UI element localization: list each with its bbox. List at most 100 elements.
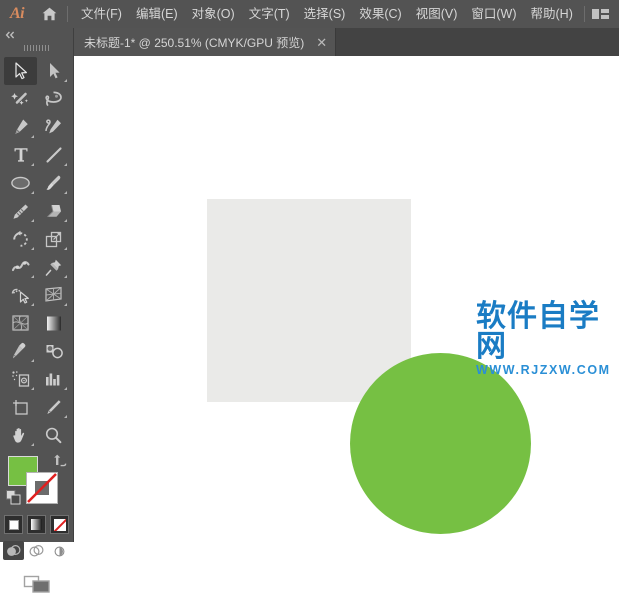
mesh-icon	[12, 315, 29, 331]
menu-effect[interactable]: 效果(C)	[352, 0, 408, 28]
app-logo: Ai	[0, 0, 34, 28]
paintbrush-icon	[46, 175, 61, 190]
menu-divider	[67, 6, 68, 22]
draw-normal[interactable]	[3, 541, 24, 560]
artboard-icon	[13, 400, 28, 415]
tool-type[interactable]	[4, 141, 37, 169]
tool-perspective-grid[interactable]	[37, 281, 70, 309]
eraser-icon	[46, 204, 61, 218]
menu-help[interactable]: 帮助(H)	[524, 0, 580, 28]
close-icon[interactable]: ✕	[316, 36, 327, 49]
watermark-sub-text: WWW.RJZXW.COM	[476, 363, 611, 377]
screen-mode-button[interactable]	[0, 574, 73, 594]
tool-selection[interactable]	[4, 57, 37, 85]
menu-view[interactable]: 视图(V)	[409, 0, 465, 28]
eyedropper-icon	[13, 342, 26, 358]
menu-object[interactable]: 对象(O)	[185, 0, 242, 28]
tool-curvature[interactable]	[37, 113, 70, 141]
tool-flyout-indicator	[31, 191, 34, 194]
tool-column-graph[interactable]	[37, 365, 70, 393]
gradient-icon	[46, 316, 61, 330]
canvas-area[interactable]: 软件自学网 WWW.RJZXW.COM	[75, 56, 619, 542]
workspace-switcher-button[interactable]	[591, 7, 611, 21]
type-t-icon	[14, 148, 27, 162]
pushpin-transform-icon	[45, 259, 61, 276]
tool-artboard[interactable]	[4, 393, 37, 421]
menu-file[interactable]: 文件(F)	[74, 0, 129, 28]
tool-rotate[interactable]	[4, 225, 37, 253]
rotate-icon	[13, 230, 28, 247]
menu-type[interactable]: 文字(T)	[242, 0, 297, 28]
menu-select[interactable]: 选择(S)	[297, 0, 353, 28]
mode-gradient[interactable]	[27, 515, 46, 534]
gradient-swatch-icon	[31, 519, 42, 530]
home-icon	[42, 7, 56, 21]
tool-flyout-indicator	[31, 443, 34, 446]
tool-zoom[interactable]	[37, 421, 70, 449]
tool-magic-wand[interactable]	[4, 85, 37, 113]
tool-flyout-indicator	[64, 219, 67, 222]
draw-behind[interactable]	[26, 541, 47, 560]
collapse-panel-button[interactable]	[0, 28, 73, 41]
tool-line-segment[interactable]	[37, 141, 70, 169]
default-fill-stroke-icon	[6, 490, 21, 505]
tool-direct-selection[interactable]	[37, 57, 70, 85]
tool-flyout-indicator	[64, 191, 67, 194]
slice-knife-icon	[47, 399, 61, 414]
shape-builder-icon	[11, 288, 29, 304]
pencil-shaper-icon	[13, 204, 28, 219]
tool-lasso[interactable]	[37, 85, 70, 113]
green-circle-shape[interactable]	[350, 353, 531, 534]
document-tab-bar: 未标题-1* @ 250.51% (CMYK/GPU 预览) ✕	[0, 28, 619, 56]
tool-eyedropper[interactable]	[4, 337, 37, 365]
draw-mode-buttons	[0, 541, 73, 560]
tool-shape-builder[interactable]	[4, 281, 37, 309]
tool-flyout-indicator	[31, 275, 34, 278]
home-button[interactable]	[34, 0, 64, 28]
tool-eraser[interactable]	[37, 197, 70, 225]
draw-inside-icon	[54, 546, 65, 556]
none-swatch-icon	[53, 518, 66, 531]
tool-free-transform[interactable]	[37, 253, 70, 281]
document-tab-title: 未标题-1* @ 250.51% (CMYK/GPU 预览)	[84, 35, 305, 50]
tool-shaper[interactable]	[4, 197, 37, 225]
document-tab[interactable]: 未标题-1* @ 250.51% (CMYK/GPU 预览) ✕	[74, 28, 337, 56]
tool-flyout-indicator	[31, 219, 34, 222]
draw-inside[interactable]	[49, 541, 70, 560]
menu-items: 文件(F) 编辑(E) 对象(O) 文字(T) 选择(S) 效果(C) 视图(V…	[74, 0, 580, 28]
tool-slice[interactable]	[37, 393, 70, 421]
tool-flyout-indicator	[31, 387, 34, 390]
pen-icon	[15, 119, 28, 134]
draw-behind-icon	[29, 544, 44, 557]
swap-fill-stroke-button[interactable]	[53, 454, 67, 472]
menu-edit[interactable]: 编辑(E)	[129, 0, 185, 28]
panel-drag-handle[interactable]	[0, 41, 73, 55]
tool-pen[interactable]	[4, 113, 37, 141]
tool-paintbrush[interactable]	[37, 169, 70, 197]
stroke-color-swatch[interactable]	[26, 472, 58, 504]
illustrator-window: Ai 文件(F) 编辑(E) 对象(O) 文字(T) 选择(S) 效果(C) 视…	[0, 0, 619, 593]
menu-window[interactable]: 窗口(W)	[464, 0, 523, 28]
mode-color[interactable]	[4, 515, 23, 534]
drag-grip-icon	[23, 45, 50, 51]
artboard[interactable]	[207, 199, 531, 534]
tool-hand[interactable]	[4, 421, 37, 449]
mode-none[interactable]	[50, 515, 69, 534]
none-slash-icon	[27, 473, 57, 503]
tool-scale[interactable]	[37, 225, 70, 253]
tool-flyout-indicator	[64, 275, 67, 278]
magnifier-icon	[45, 427, 62, 443]
hand-icon	[13, 427, 25, 443]
double-chevron-left-icon	[5, 31, 15, 38]
tool-symbol-sprayer[interactable]	[4, 365, 37, 393]
tool-gradient[interactable]	[37, 309, 70, 337]
tool-mesh[interactable]	[4, 309, 37, 337]
tool-flyout-indicator	[64, 415, 67, 418]
menubar-right-divider	[584, 6, 585, 22]
tool-width[interactable]	[4, 253, 37, 281]
default-fill-stroke-button[interactable]	[6, 490, 21, 510]
tool-ellipse[interactable]	[4, 169, 37, 197]
tool-blend[interactable]	[37, 337, 70, 365]
workspace-layout-icon	[592, 9, 609, 19]
tool-flyout-indicator	[31, 359, 34, 362]
